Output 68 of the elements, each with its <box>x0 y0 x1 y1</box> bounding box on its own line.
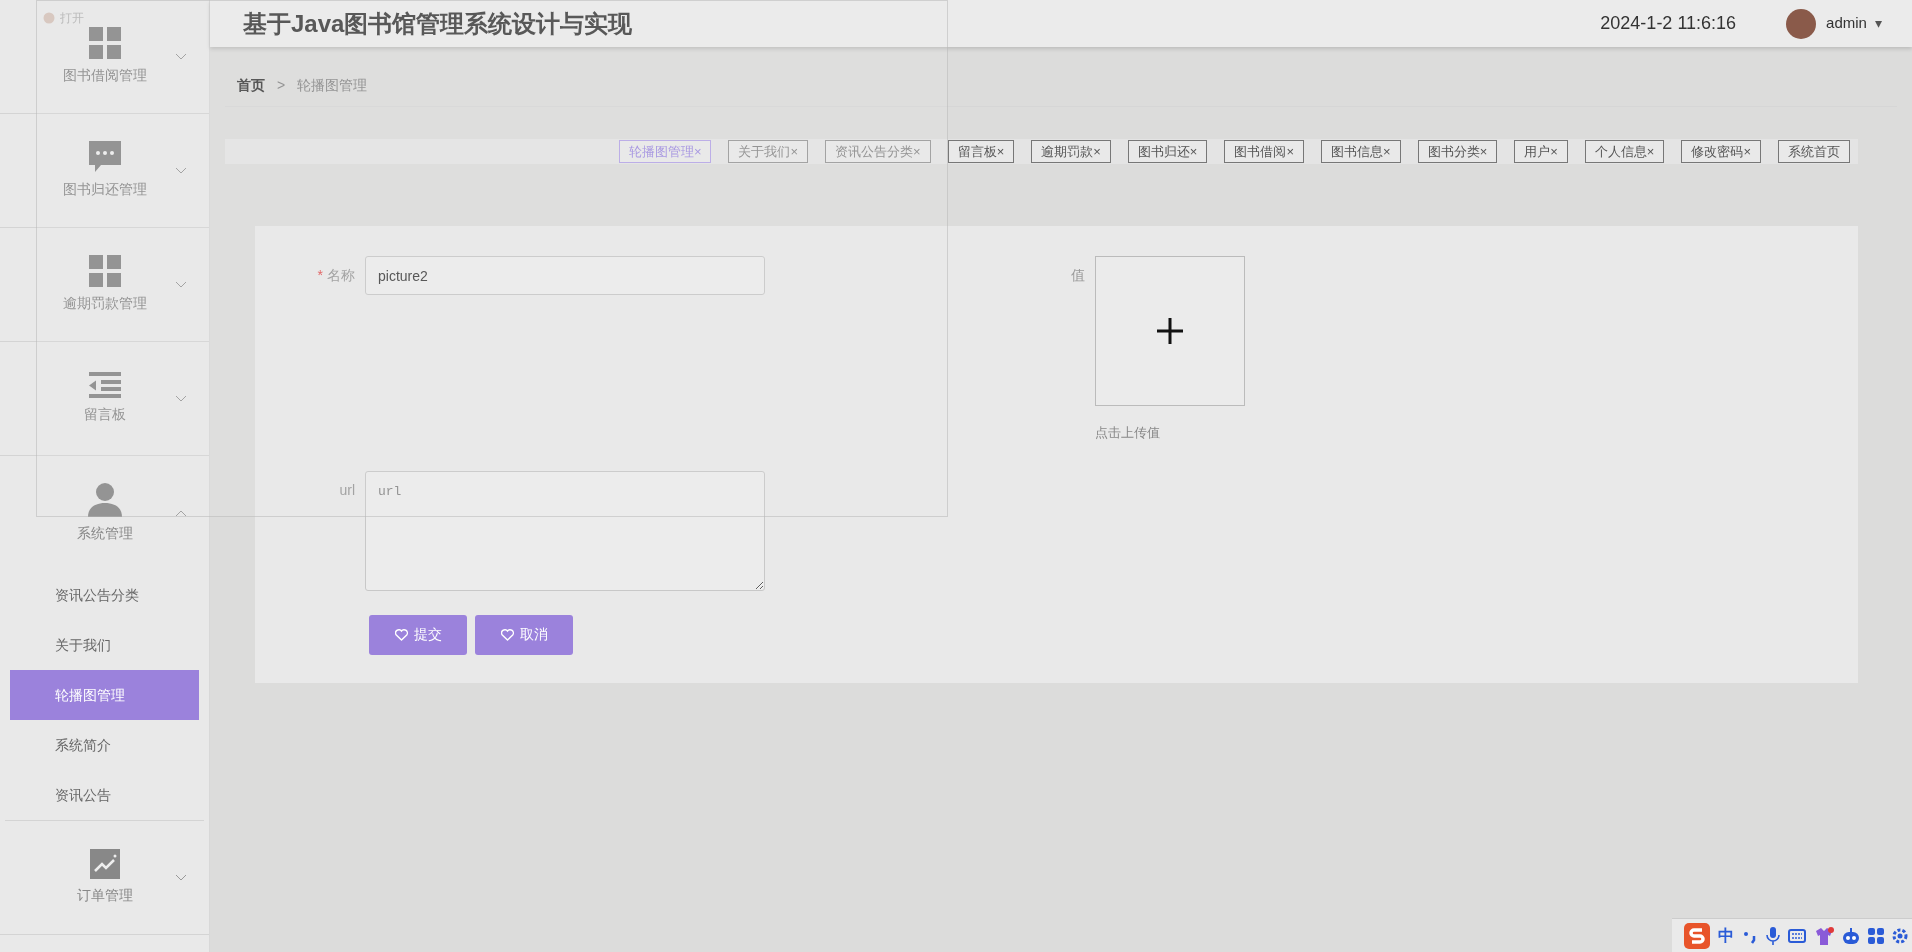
user-icon <box>87 482 122 517</box>
group-label: 逾期罚款管理 <box>62 294 147 313</box>
browser-icon <box>43 12 55 24</box>
sidebar-group[interactable]: 系统管理 <box>0 456 209 570</box>
tab[interactable]: 资讯公告分类× <box>825 140 931 163</box>
chevron-icon <box>175 52 187 61</box>
avatar <box>1786 8 1817 39</box>
sidebar-item[interactable]: 资讯公告分类 <box>10 570 199 620</box>
upload-hint: 点击上传值 <box>1095 424 1161 442</box>
field-label: * 名称 <box>316 266 356 285</box>
chevron-icon <box>175 509 187 517</box>
tab[interactable]: 逾期罚款× <box>1031 140 1111 163</box>
tab[interactable]: 系统首页 <box>1778 140 1850 163</box>
username[interactable]: admin <box>1826 12 1867 35</box>
robot-icon[interactable] <box>1842 927 1860 944</box>
tab[interactable]: 个人信息× <box>1584 140 1665 163</box>
sidebar-group[interactable]: 逾期罚款管理 <box>0 228 209 342</box>
tab[interactable]: 关于我们× <box>728 140 809 163</box>
grid-icon <box>88 27 121 59</box>
tab[interactable]: 用户× <box>1514 140 1568 163</box>
field-label: url <box>338 480 356 500</box>
heart-icon <box>500 628 514 641</box>
sidebar-item[interactable]: 系统简介 <box>10 720 199 770</box>
url-textarea[interactable]: url <box>365 470 765 591</box>
input-mode[interactable]: 中 <box>1718 923 1734 948</box>
sidebar-group[interactable]: 留言板 <box>0 342 209 456</box>
plus-icon <box>1157 318 1183 344</box>
chevron-icon <box>175 394 187 403</box>
chevron-icon <box>175 280 187 289</box>
chevron-icon <box>175 873 187 882</box>
chevron-icon <box>175 166 187 175</box>
caret-icon[interactable]: ▾ <box>1874 13 1882 34</box>
keyboard-icon[interactable] <box>1788 928 1806 943</box>
group-label: 系统管理 <box>76 523 133 543</box>
tab[interactable]: 留言板× <box>947 140 1015 163</box>
group-label: 图书借阅管理 <box>62 66 147 85</box>
sidebar-group[interactable]: 订单管理 <box>0 821 209 935</box>
submit-button[interactable]: 提交 <box>369 614 467 655</box>
breadcrumb-separator: > <box>277 76 286 95</box>
sidebar-item[interactable]: 轮播图管理 <box>10 670 199 720</box>
heart-icon <box>394 628 408 641</box>
microphone-icon[interactable] <box>1766 926 1780 945</box>
tab[interactable]: 图书借阅× <box>1224 140 1305 163</box>
grid-icon <box>88 255 121 287</box>
apps-icon[interactable] <box>1868 927 1884 944</box>
tab[interactable]: 修改密码× <box>1681 140 1761 163</box>
tab[interactable]: 图书信息× <box>1321 140 1401 163</box>
gear-icon[interactable] <box>1892 927 1908 944</box>
list-indent-icon <box>88 372 121 398</box>
name-input[interactable]: picture2 <box>365 256 765 295</box>
group-label: 留言板 <box>83 405 126 424</box>
tab[interactable]: 图书分类× <box>1417 140 1498 163</box>
chart-icon <box>89 849 120 879</box>
breadcrumb-home[interactable]: 首页 <box>237 75 265 96</box>
datetime: 2024-1-2 11:6:16 <box>1600 12 1737 35</box>
sidebar-item[interactable]: 资讯公告 <box>10 770 199 820</box>
group-label: 订单管理 <box>76 886 133 905</box>
sidebar-group[interactable]: 图书归还管理 <box>0 114 209 228</box>
cancel-button[interactable]: 取消 <box>475 614 573 655</box>
s-logo-icon[interactable] <box>1684 922 1710 949</box>
sidebar-item[interactable]: 关于我们 <box>10 620 199 670</box>
field-label: 值 <box>1070 266 1086 285</box>
app-title: 基于Java图书馆管理系统设计与实现 <box>243 8 633 39</box>
shirt-icon[interactable] <box>1814 926 1834 945</box>
breadcrumb-current: 轮播图管理 <box>297 76 368 95</box>
tab[interactable]: 图书归还× <box>1127 140 1208 163</box>
group-label: 图书归还管理 <box>62 180 147 199</box>
chat-icon <box>88 141 121 173</box>
